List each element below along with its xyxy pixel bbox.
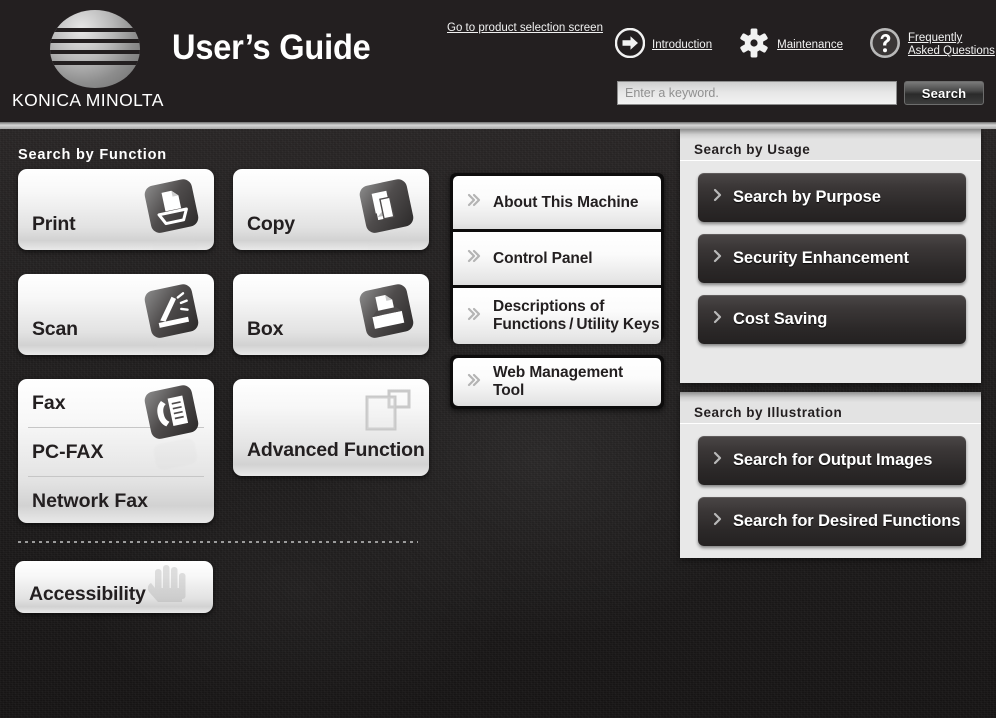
arrow-right-circle-icon — [614, 27, 646, 63]
list-item-label-control-panel: Control Panel — [493, 249, 593, 267]
function-card-label-advanced-function: Advanced Function — [247, 439, 425, 461]
sidebar-button-search-for-desired-functions[interactable]: Search for Desired Functions — [698, 497, 966, 546]
list-item-label-line1: Descriptions of — [493, 298, 605, 315]
function-card-label-copy: Copy — [247, 213, 295, 235]
list-item-label-web-management-tool: Web Management Tool — [493, 364, 623, 400]
sidebar-button-label-search-for-desired-functions: Search for Desired Functions — [733, 512, 961, 530]
question-mark-circle-icon — [869, 27, 901, 64]
page-title: User’s Guide — [172, 28, 371, 67]
chevron-right-icon — [712, 248, 724, 269]
function-card-label-print: Print — [32, 213, 76, 235]
function-card-label-scan: Scan — [32, 318, 78, 340]
nav-label-faq-line2: Asked Questions — [907, 45, 995, 57]
nav-label-introduction: Introduction — [652, 38, 713, 51]
list-item-label-line2: Tool — [493, 382, 525, 399]
sidebar-button-label-cost-saving: Cost Saving — [733, 310, 828, 328]
function-card-label-box: Box — [247, 318, 284, 340]
panel-body-illustration: Search for Output Images Search for Desi… — [680, 424, 981, 558]
sidebar-button-security-enhancement[interactable]: Security Enhancement — [698, 234, 966, 283]
chevron-right-icon — [712, 309, 724, 330]
chevron-right-icon — [712, 450, 724, 471]
panel-title-search-by-usage: Search by Usage — [694, 142, 811, 157]
chevron-right-icon — [712, 187, 724, 208]
header-nav: Introduction Maintenance Frequently Aske… — [614, 25, 995, 65]
search-input[interactable] — [617, 81, 897, 105]
nav-item-maintenance[interactable]: Maintenance — [738, 27, 843, 64]
advanced-function-icon — [363, 387, 415, 438]
panel-header-usage: Search by Usage — [680, 139, 981, 161]
fax-row-label-fax: Fax — [32, 391, 66, 414]
panel-body-usage: Search by Purpose Security Enhancement C… — [680, 161, 981, 356]
fax-row-label-pc-fax: PC-FAX — [32, 440, 104, 463]
sidebar-button-search-by-purpose[interactable]: Search by Purpose — [698, 173, 966, 222]
function-card-copy[interactable]: Copy — [233, 169, 429, 250]
nav-item-faq[interactable]: Frequently Asked Questions — [869, 27, 995, 64]
search-row: Search — [617, 81, 984, 105]
function-section: Search by Function Print Copy Scan Box F… — [0, 129, 676, 718]
function-card-box[interactable]: Box — [233, 274, 429, 355]
list-item-control-panel[interactable]: Control Panel — [453, 232, 661, 285]
list-item-web-management-tool[interactable]: Web Management Tool — [453, 358, 661, 406]
panel-title-search-by-illustration: Search by Illustration — [694, 405, 843, 420]
list-item-label-line2: Functions / Utility Keys — [493, 316, 660, 333]
sidebar-button-cost-saving[interactable]: Cost Saving — [698, 295, 966, 344]
header-divider-bar — [0, 122, 996, 129]
function-card-label-accessibility: Accessibility — [29, 583, 146, 605]
panel-top-cap — [680, 129, 981, 139]
section-title-search-by-function: Search by Function — [18, 147, 167, 163]
sidebar-panel-search-by-usage: Search by Usage Search by Purpose Securi… — [680, 129, 981, 383]
function-card-fax-group: Fax PC-FAX Network Fax — [18, 379, 214, 523]
sidebar-button-search-for-output-images[interactable]: Search for Output Images — [698, 436, 966, 485]
section-divider — [18, 541, 418, 543]
konica-minolta-globe-logo — [50, 10, 140, 88]
middle-list-group-secondary: Web Management Tool — [450, 355, 664, 409]
sidebar: Search by Usage Search by Purpose Securi… — [676, 129, 981, 718]
page-header: KONICA MINOLTA User’s Guide Go to produc… — [0, 0, 996, 122]
chevron-right-icon — [712, 511, 724, 532]
panel-header-illustration: Search by Illustration — [680, 402, 981, 424]
list-item-label-about-this-machine: About This Machine — [493, 193, 639, 211]
sidebar-button-label-search-for-output-images: Search for Output Images — [733, 451, 933, 469]
search-button[interactable]: Search — [904, 81, 984, 105]
nav-label-faq: Frequently Asked Questions — [908, 32, 995, 58]
list-item-label-line1: Web Management — [493, 364, 624, 381]
double-chevron-right-icon — [467, 306, 483, 327]
double-chevron-right-icon — [467, 372, 483, 393]
function-card-advanced-function[interactable]: Advanced Function — [233, 379, 429, 476]
fax-row-network-fax[interactable]: Network Fax — [18, 477, 214, 523]
function-card-print[interactable]: Print — [18, 169, 214, 250]
sidebar-button-label-security-enhancement: Security Enhancement — [733, 249, 909, 267]
nav-label-maintenance: Maintenance — [777, 38, 843, 51]
product-selection-link[interactable]: Go to product selection screen — [447, 22, 603, 34]
function-card-accessibility[interactable]: Accessibility — [15, 561, 213, 613]
double-chevron-right-icon — [467, 248, 483, 269]
sidebar-panel-search-by-illustration: Search by Illustration Search for Output… — [680, 392, 981, 558]
brand-wordmark: KONICA MINOLTA — [12, 90, 164, 110]
middle-list-group-primary: About This Machine Control Panel Descrip… — [450, 173, 664, 344]
nav-item-introduction[interactable]: Introduction — [614, 27, 713, 63]
sidebar-button-label-search-by-purpose: Search by Purpose — [733, 188, 881, 206]
nav-label-faq-line1: Frequently — [907, 32, 963, 44]
list-item-about-this-machine[interactable]: About This Machine — [453, 176, 661, 229]
list-item-label-descriptions-of-functions: Descriptions of Functions / Utility Keys — [493, 298, 660, 334]
gear-icon — [738, 27, 770, 64]
hand-icon — [143, 561, 193, 613]
list-item-descriptions-of-functions[interactable]: Descriptions of Functions / Utility Keys — [453, 288, 661, 344]
double-chevron-right-icon — [467, 192, 483, 213]
fax-row-label-network-fax: Network Fax — [32, 489, 148, 512]
function-card-scan[interactable]: Scan — [18, 274, 214, 355]
panel-top-cap — [680, 392, 981, 402]
brand-logo[interactable]: KONICA MINOLTA — [12, 8, 164, 114]
page-body: Search by Function Print Copy Scan Box F… — [0, 129, 996, 718]
